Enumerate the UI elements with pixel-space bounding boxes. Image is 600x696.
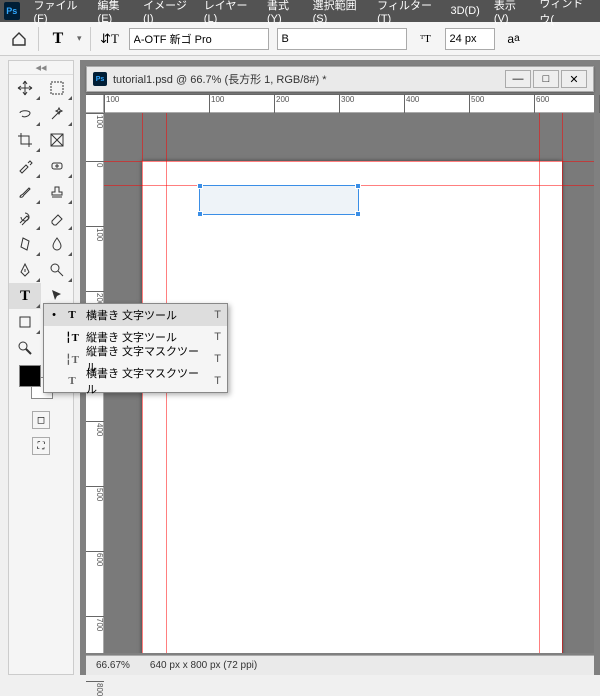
artboard (142, 161, 562, 653)
antialias-icon[interactable]: aa (503, 28, 525, 50)
menu-window[interactable]: ウィンドウ( (533, 0, 596, 29)
orientation-icon[interactable]: ⇵T (99, 28, 121, 50)
wand-tool[interactable] (41, 101, 73, 127)
app-logo: Ps (4, 2, 20, 20)
stamp-tool[interactable] (41, 179, 73, 205)
type-tool[interactable]: T (9, 283, 41, 309)
eraser-tool[interactable] (41, 205, 73, 231)
type-tool-icon[interactable]: T (47, 28, 69, 50)
options-bar: T ▾ ⇵T ᵀT aa (0, 22, 600, 56)
panel-collapse[interactable]: ◂◂ (9, 61, 73, 75)
history-brush-tool[interactable] (9, 205, 41, 231)
document-title: tutorial1.psd @ 66.7% (長方形 1, RGB/8#) * (113, 71, 505, 87)
lasso-tool[interactable] (9, 101, 41, 127)
heal-tool[interactable] (41, 153, 73, 179)
blur-tool[interactable] (41, 231, 73, 257)
eyedropper-tool[interactable] (9, 153, 41, 179)
font-family-select[interactable] (129, 28, 269, 50)
ruler-horizontal[interactable]: 100 100 200 300 400 500 600 700 (104, 95, 594, 113)
flyout-horizontal-type[interactable]: •T横書き 文字ツールT (44, 304, 227, 326)
home-icon[interactable] (8, 28, 30, 50)
zoom-tool[interactable] (9, 335, 41, 361)
menu-image[interactable]: イメージ(I) (137, 0, 196, 27)
frame-tool[interactable] (41, 127, 73, 153)
menubar: Ps ファイル(F) 編集(E) イメージ(I) レイヤー(L) 書式(Y) 選… (0, 0, 600, 22)
font-size-select[interactable] (445, 28, 495, 50)
minimize-button[interactable]: — (505, 70, 531, 88)
document-titlebar: Ps tutorial1.psd @ 66.7% (長方形 1, RGB/8#)… (86, 66, 594, 92)
doc-ps-icon: Ps (93, 72, 107, 86)
status-bar: 66.67% 640 px x 800 px (72 ppi) (86, 655, 594, 675)
menu-view[interactable]: 表示(V) (488, 0, 532, 27)
type-tool-flyout: •T横書き 文字ツールT ╎T縦書き 文字ツールT ╎T縦書き 文字マスクツール… (43, 303, 228, 393)
quickmask-icon[interactable]: ◻ (32, 411, 50, 429)
shape-tool[interactable] (9, 309, 41, 335)
gradient-tool[interactable] (9, 231, 41, 257)
menu-select[interactable]: 選択範囲(S) (307, 0, 370, 27)
font-style-select[interactable] (277, 28, 407, 50)
menu-file[interactable]: ファイル(F) (28, 0, 90, 27)
guide[interactable] (539, 113, 540, 653)
ruler-corner[interactable] (86, 95, 104, 113)
menu-layer[interactable]: レイヤー(L) (198, 0, 259, 27)
status-zoom[interactable]: 66.67% (96, 660, 130, 671)
status-dimensions[interactable]: 640 px x 800 px (72 ppi) (150, 660, 257, 671)
pen-tool[interactable] (9, 257, 41, 283)
menu-edit[interactable]: 編集(E) (92, 0, 136, 27)
crop-tool[interactable] (9, 127, 41, 153)
text-frame-selection[interactable] (199, 185, 359, 215)
menu-type[interactable]: 書式(Y) (261, 0, 305, 27)
dodge-tool[interactable] (41, 257, 73, 283)
maximize-button[interactable]: □ (533, 70, 559, 88)
close-button[interactable]: ✕ (561, 70, 587, 88)
move-tool[interactable] (9, 75, 41, 101)
menu-3d[interactable]: 3D(D) (444, 3, 485, 19)
screenmode-icon[interactable]: ⛶ (32, 437, 50, 455)
size-icon: ᵀT (415, 28, 437, 50)
guide[interactable] (104, 161, 594, 162)
menu-filter[interactable]: フィルター(T) (371, 0, 442, 27)
brush-tool[interactable] (9, 179, 41, 205)
guide[interactable] (562, 113, 563, 653)
fg-color[interactable] (19, 365, 41, 387)
flyout-horizontal-type-mask[interactable]: T横書き 文字マスクツールT (44, 370, 227, 392)
marquee-tool[interactable] (41, 75, 73, 101)
